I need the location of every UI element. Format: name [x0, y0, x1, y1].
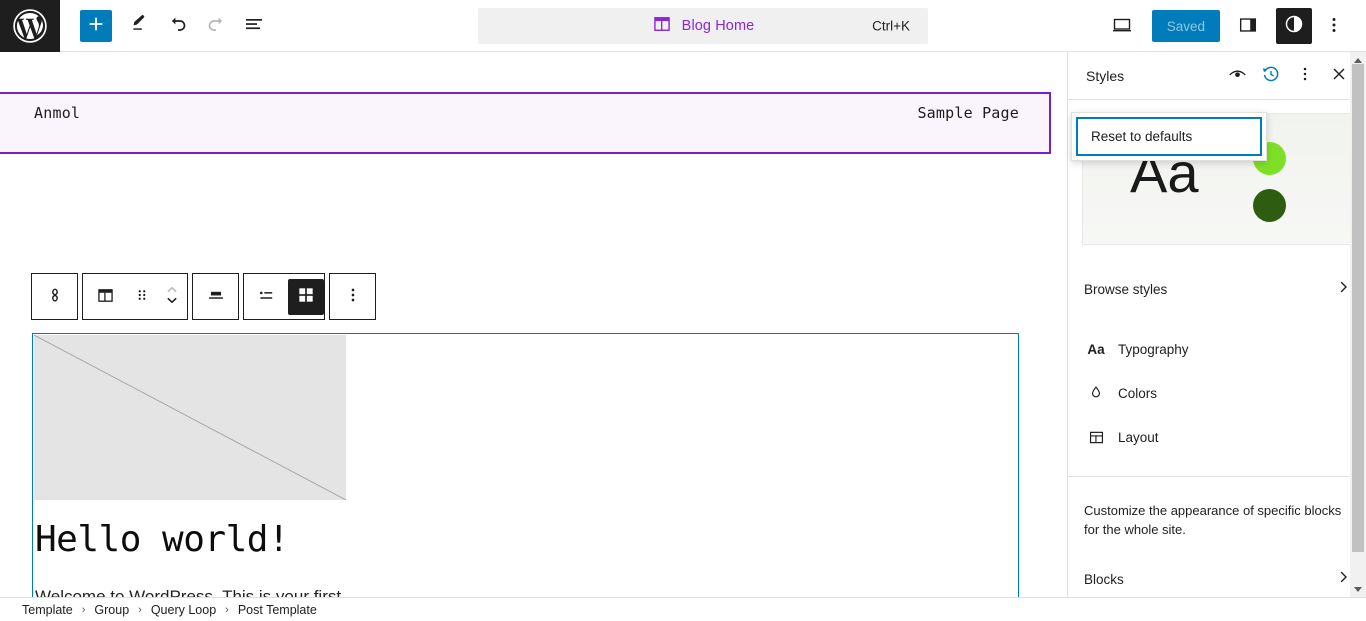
color-droplet-icon — [1084, 381, 1108, 405]
align-center-button[interactable] — [194, 274, 238, 319]
breadcrumb-item-template[interactable]: Template — [22, 603, 73, 617]
undo-button[interactable] — [160, 8, 196, 44]
layout-icon — [1084, 425, 1108, 449]
command-center-button[interactable]: Blog Home Ctrl+K — [478, 8, 928, 44]
editor-top-toolbar: Blog Home Ctrl+K Saved — [0, 0, 1366, 52]
styles-row-layout[interactable]: Layout — [1068, 415, 1366, 459]
typography-aa-icon: Aa — [1087, 341, 1105, 357]
three-dots-vertical-icon — [1295, 64, 1315, 87]
featured-image-placeholder[interactable] — [34, 335, 346, 500]
template-layout-icon — [652, 14, 672, 39]
toolbar-left-group — [60, 8, 274, 44]
typography-label: Typography — [1118, 341, 1189, 357]
edit-mode-button[interactable] — [122, 8, 158, 44]
list-layout-icon — [256, 285, 277, 309]
wordpress-logo-button[interactable] — [0, 0, 60, 52]
save-button[interactable]: Saved — [1151, 10, 1220, 42]
redo-button[interactable] — [198, 8, 234, 44]
command-center-label: Blog Home — [681, 18, 755, 34]
move-up-down-chevrons-icon — [162, 282, 182, 311]
styles-panel-body: Aa Browse styles Aa Typography Colors La… — [1068, 100, 1366, 597]
block-toolbar — [31, 273, 380, 320]
query-loop-icon — [44, 284, 66, 309]
wordpress-logo-icon — [12, 8, 48, 44]
grid-layout-icon — [296, 285, 316, 308]
block-movers-button[interactable] — [157, 274, 187, 319]
styles-toggle-button[interactable] — [1276, 8, 1312, 44]
breadcrumb-separator: › — [225, 603, 229, 616]
drag-handle-icon — [133, 286, 151, 307]
site-header-block[interactable]: Anmol Sample Page — [0, 92, 1051, 154]
post-title[interactable]: Hello world! — [35, 519, 290, 560]
plus-icon — [85, 13, 107, 38]
style-preview-color-two — [1253, 189, 1286, 222]
toolbar-right-group: Saved — [1104, 0, 1354, 52]
blocks-label: Blocks — [1084, 571, 1124, 587]
grid-layout-button[interactable] — [288, 278, 324, 315]
align-center-icon — [205, 284, 227, 309]
document-list-view-button[interactable] — [236, 8, 272, 44]
three-dots-vertical-icon — [343, 285, 363, 308]
close-x-icon — [1329, 64, 1349, 87]
styles-row-blocks[interactable]: Blocks — [1068, 557, 1366, 597]
layout-label: Layout — [1118, 429, 1159, 445]
three-dots-vertical-icon — [1323, 14, 1345, 39]
reset-to-defaults-menu-item[interactable]: Reset to defaults — [1076, 117, 1262, 156]
document-list-view-icon — [242, 12, 266, 39]
editor-options-button[interactable] — [1316, 8, 1352, 44]
breadcrumb-separator: › — [138, 603, 142, 616]
block-options-button[interactable] — [331, 274, 375, 319]
block-more-group — [329, 273, 376, 320]
site-nav-item-sample-page[interactable]: Sample Page — [917, 104, 1019, 122]
list-layout-button[interactable] — [244, 274, 288, 319]
post-template-icon — [95, 285, 116, 309]
desktop-preview-icon — [1110, 13, 1134, 40]
styles-more-menu-popover: Reset to defaults — [1071, 112, 1267, 161]
colors-label: Colors — [1118, 385, 1158, 401]
post-template-block[interactable]: Hello world! Welcome to WordPress. This … — [32, 333, 1019, 597]
block-type-group — [31, 273, 78, 320]
style-revisions-button[interactable] — [1254, 59, 1288, 93]
block-align-group — [192, 273, 239, 320]
styles-row-colors[interactable]: Colors — [1068, 371, 1366, 415]
breadcrumb-bar: Template › Group › Query Loop › Post Tem… — [0, 597, 1366, 621]
browse-styles-label: Browse styles — [1084, 281, 1168, 297]
panel-scroll-down-arrow[interactable] — [1350, 581, 1366, 597]
styles-panel-header: Styles — [1068, 52, 1366, 100]
settings-sidebar-toggle[interactable] — [1230, 8, 1266, 44]
revision-history-clock-icon — [1260, 63, 1282, 88]
undo-arrow-icon — [166, 12, 190, 39]
post-body-text[interactable]: Welcome to WordPress. This is your first… — [35, 582, 365, 597]
styles-panel-title: Styles — [1086, 67, 1125, 84]
pencil-icon — [129, 13, 152, 39]
styles-contrast-icon — [1283, 13, 1305, 40]
panel-scrollbar-thumb[interactable] — [1352, 64, 1364, 552]
eye-icon — [1227, 64, 1248, 88]
block-inserter-button[interactable] — [80, 9, 112, 42]
drag-handle-button[interactable] — [127, 274, 157, 319]
site-title[interactable]: Anmol — [34, 104, 80, 122]
block-layout-group — [243, 273, 325, 320]
styles-row-typography[interactable]: Aa Typography — [1068, 327, 1366, 371]
block-move-group — [82, 273, 188, 320]
breadcrumb-item-group[interactable]: Group — [94, 603, 129, 617]
editor-canvas[interactable]: Anmol Sample Page ut philosophy. — [0, 52, 1051, 597]
styles-row-browse-styles[interactable]: Browse styles — [1068, 267, 1366, 311]
blocks-section-description: Customize the appearance of specific blo… — [1084, 503, 1342, 537]
query-loop-block-button[interactable] — [33, 274, 77, 319]
redo-arrow-icon — [204, 12, 228, 39]
styles-more-menu-button[interactable] — [1288, 59, 1322, 93]
preview-device-button[interactable] — [1104, 8, 1140, 44]
command-center-shortcut: Ctrl+K — [872, 18, 910, 34]
breadcrumb-separator: › — [81, 603, 86, 616]
settings-sidebar-icon — [1237, 14, 1259, 39]
styles-panel-scrollbar[interactable] — [1350, 52, 1366, 597]
style-book-preview-button[interactable] — [1220, 59, 1254, 93]
post-template-block-button[interactable] — [83, 274, 127, 319]
breadcrumb-item-query-loop[interactable]: Query Loop — [151, 603, 216, 617]
breadcrumb-item-post-template[interactable]: Post Template — [238, 603, 317, 617]
